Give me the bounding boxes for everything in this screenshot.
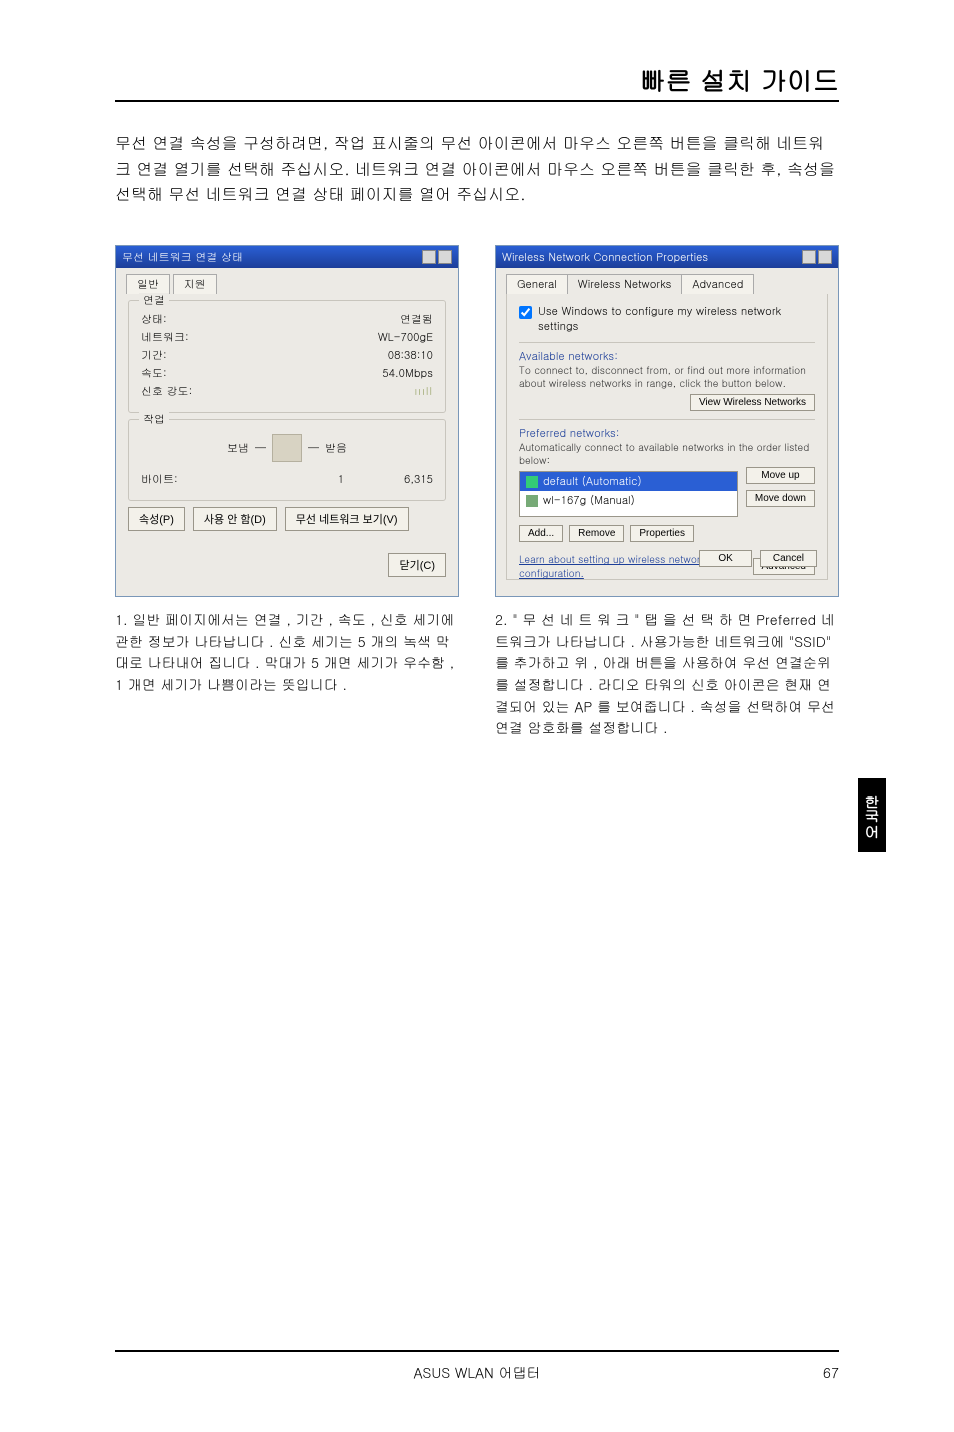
move-up-button[interactable]: Move up xyxy=(746,467,815,484)
status-label: 상태: xyxy=(141,312,167,327)
status-dialog-title: 무선 네트워크 연결 상태 xyxy=(122,250,243,265)
bytes-label: 바이트: xyxy=(141,472,178,487)
move-down-button[interactable]: Move down xyxy=(746,490,815,507)
properties-button[interactable]: 속성(P) xyxy=(128,507,185,531)
help-icon[interactable] xyxy=(422,250,436,264)
view-networks-button[interactable]: 무선 네트워크 보기(V) xyxy=(285,507,409,531)
properties-dialog: Wireless Network Connection Properties G… xyxy=(495,245,839,597)
window-controls xyxy=(422,250,452,264)
close-icon[interactable] xyxy=(438,250,452,264)
list-item-label: default (Automatic) xyxy=(543,474,642,489)
signal-bars-icon: ıııll xyxy=(415,384,433,399)
tab-general[interactable]: 일반 xyxy=(126,274,170,294)
preferred-networks-heading: Preferred networks: xyxy=(519,419,815,441)
intro-paragraph: 무선 연결 속성을 구성하려면, 작업 표시줄의 무선 아이콘에서 마우스 오른… xyxy=(115,130,839,207)
bytes-recv-value: 6,315 xyxy=(404,472,433,487)
status-dialog: 무선 네트워크 연결 상태 일반 지원 연결 상태: 연결됨 네트워크: WL-70… xyxy=(115,245,459,597)
antenna-icon xyxy=(526,495,538,507)
window-controls xyxy=(802,250,832,264)
rule-bottom xyxy=(115,1350,839,1352)
status-tabs: 일반 지원 xyxy=(116,268,458,294)
tab-support[interactable]: 지원 xyxy=(173,274,217,294)
remove-button[interactable]: Remove xyxy=(569,525,624,542)
use-windows-checkbox[interactable]: Use Windows to configure my wireless net… xyxy=(519,304,815,334)
cancel-button[interactable]: Cancel xyxy=(760,550,817,567)
activity-group-title: 작업 xyxy=(139,412,169,427)
add-button[interactable]: Add... xyxy=(519,525,563,542)
recv-label: 받음 xyxy=(325,441,347,456)
connection-group: 연결 상태:연결됨 네트워크:WL-700gE 기간:08:38:10 속도:5… xyxy=(128,300,446,413)
properties-tabs: General Wireless Networks Advanced xyxy=(496,268,838,294)
language-tab: 한국어 xyxy=(858,778,886,852)
properties-dialog-title: Wireless Network Connection Properties xyxy=(502,250,708,265)
view-wireless-networks-button[interactable]: View Wireless Networks xyxy=(690,394,815,411)
help-icon[interactable] xyxy=(802,250,816,264)
ok-button[interactable]: OK xyxy=(699,550,751,567)
speed-label: 속도: xyxy=(141,366,167,381)
caption-left: 1. 일반 페이지에서는 연결 , 기간 , 속도 , 신호 세기에 관한 정보… xyxy=(115,609,459,696)
available-networks-heading: Available networks: xyxy=(519,342,815,364)
tab-general[interactable]: General xyxy=(506,274,568,294)
sent-label: 보냄 xyxy=(227,441,249,456)
list-item[interactable]: default (Automatic) xyxy=(520,472,737,491)
antenna-icon xyxy=(526,476,538,488)
network-label: 네트워크: xyxy=(141,330,189,345)
status-value: 연결됨 xyxy=(400,312,433,327)
close-button[interactable]: 닫기(C) xyxy=(388,553,446,577)
connection-group-title: 연결 xyxy=(139,293,169,308)
tab-wireless-networks[interactable]: Wireless Networks xyxy=(567,274,683,294)
bytes-sent-value: 1 xyxy=(338,472,344,487)
duration-label: 기간: xyxy=(141,348,167,363)
activity-group: 작업 보냄 — — 받음 바이트: 1 6,315 xyxy=(128,419,446,501)
use-windows-checkbox-input[interactable] xyxy=(519,306,532,319)
list-item-label: wl-167g (Manual) xyxy=(543,493,635,508)
preferred-networks-list[interactable]: default (Automatic) wl-167g (Manual) xyxy=(519,471,738,517)
list-item[interactable]: wl-167g (Manual) xyxy=(520,491,737,510)
preferred-networks-text: Automatically connect to available netwo… xyxy=(519,441,815,467)
computer-icon xyxy=(272,434,302,462)
page-title: 빠른 설치 가이드 xyxy=(640,62,839,98)
disable-button[interactable]: 사용 안 함(D) xyxy=(193,507,277,531)
caption-right: 2. " 무 선 네 트 워 크 " 탭 을 선 택 하 면 Preferred… xyxy=(495,609,839,739)
available-networks-text: To connect to, disconnect from, or find … xyxy=(519,364,815,390)
signal-label: 신호 강도: xyxy=(141,384,192,399)
close-icon[interactable] xyxy=(818,250,832,264)
use-windows-checkbox-label: Use Windows to configure my wireless net… xyxy=(538,304,815,334)
tab-advanced[interactable]: Advanced xyxy=(681,274,754,294)
rule-top xyxy=(115,100,839,102)
duration-value: 08:38:10 xyxy=(388,348,433,363)
speed-value: 54.0Mbps xyxy=(382,366,433,381)
network-value: WL-700gE xyxy=(378,330,433,345)
properties-button[interactable]: Properties xyxy=(630,525,694,542)
footer-center: ASUS WLAN 어댑터 xyxy=(115,1362,839,1382)
